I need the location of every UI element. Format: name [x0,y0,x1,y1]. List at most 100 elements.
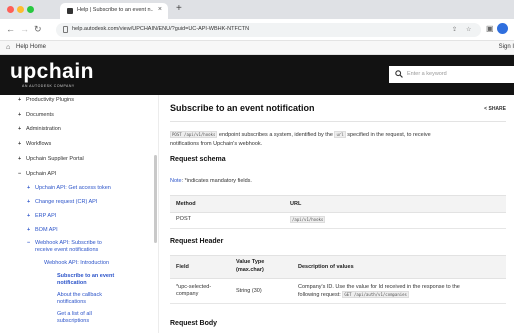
share-icon: < [484,106,488,112]
sidebar-item-erp-api[interactable]: + ERP API [27,213,56,219]
expand-icon[interactable]: + [18,126,26,132]
sidebar-item-label: Upchain API: Get access token [35,185,111,191]
sidebar-item-subscribe-event[interactable]: Subscribe to an event notification [57,273,114,287]
search-input[interactable]: Enter a keyword [407,71,447,77]
profile-avatar[interactable] [497,23,508,34]
search-box[interactable]: Enter a keyword [389,66,514,83]
search-icon [395,70,403,78]
sidebar-item-label: Workflows [26,141,52,147]
lock-icon [63,26,68,33]
minimize-window-button[interactable] [17,6,24,13]
field-name: company [176,291,199,297]
sidebar-item-label: Documents [26,112,54,118]
new-tab-button[interactable]: + [176,3,182,14]
title-divider [170,121,506,122]
sidebar-item-label: notification [57,280,87,286]
bookmark-star-icon[interactable]: ☆ [466,26,471,33]
back-icon[interactable]: ← [6,24,15,34]
extensions-icon[interactable]: ▣ [486,24,494,33]
intro-text: endpoint subscribes a system, identified… [218,132,333,138]
url-code: url [334,131,346,138]
close-window-button[interactable] [7,6,14,13]
expand-icon[interactable]: + [27,199,35,205]
browser-tab[interactable]: Help | Subscribe to an event n... × [60,3,168,19]
sidebar-item-label: Change request (CR) API [35,199,98,205]
sidebar-item-label: Get a list of all [57,311,92,317]
expand-icon[interactable]: + [18,156,26,162]
sidebar-item-label: subscriptions [57,318,90,324]
header-table-header: Field Value Type (max.char) Description … [170,255,506,279]
expand-icon[interactable]: + [27,227,35,233]
sidebar-scrollbar[interactable] [154,155,157,243]
table-row-divider [170,303,506,304]
browser-tab-bar: Help | Subscribe to an event n... × + [0,0,514,19]
intro-text: specified in the request, to receive [347,132,431,138]
sidebar-item-label: BOM API [35,227,58,233]
help-home-link[interactable]: Help Home [16,44,46,50]
request-schema-heading: Request schema [170,156,226,163]
sidebar-item-productivity-plugins[interactable]: + Productivity Plugins [18,97,74,103]
sign-in-link[interactable]: Sign I [499,44,514,50]
description-text: following request: [298,292,341,298]
sidebar-item-callback-notifications[interactable]: About the callback notifications [57,292,102,306]
sidebar-item-workflows[interactable]: + Workflows [18,141,51,147]
mandatory-note: Note: *indicates mandatory fields. [170,178,252,184]
article-content: Subscribe to an event notification < SHA… [170,95,514,333]
sidebar-item-bom-api[interactable]: + BOM API [27,227,58,233]
sidebar-item-webhook-introduction[interactable]: Webhook API: Introduction [44,260,109,266]
sidebar-item-upchain-api[interactable]: − Upchain API [18,171,56,177]
address-bar[interactable]: help.autodesk.com/view/UPCHAIN/ENU/?guid… [56,23,481,37]
sidebar-item-change-request-api[interactable]: + Change request (CR) API [27,199,97,205]
field-name: *upc-selected- [176,284,212,290]
logo-subtitle: AN AUTODESK COMPANY [22,84,75,88]
upchain-logo[interactable]: upchain [10,60,94,84]
browser-toolbar: ← → ↻ help.autodesk.com/view/UPCHAIN/ENU… [0,19,514,41]
request-header-heading: Request Header [170,238,224,245]
url-text: help.autodesk.com/view/UPCHAIN/ENU/?guid… [72,26,250,32]
field-cell: *upc-selected- company [176,284,211,298]
sidebar-item-label: Productivity Plugins [26,97,74,103]
sidebar-item-webhook-api[interactable]: − Webhook API: Subscribe to receive event … [27,240,102,254]
collapse-icon[interactable]: − [27,240,35,247]
share-page-icon[interactable]: ⇪ [452,26,457,33]
expand-icon[interactable]: + [18,112,26,118]
forward-icon[interactable]: → [20,24,29,34]
request-body-heading: Request Body [170,320,218,327]
sidebar-item-administration[interactable]: + Administration [18,126,61,132]
page-title: Subscribe to an event notification [170,103,315,113]
toc-sidebar: + Productivity Plugins + Documents + Admini… [0,95,160,333]
companies-endpoint-code: GET /api/auth/v1/companies [342,291,409,298]
column-header-method: Method [176,201,196,207]
sidebar-divider [158,95,159,333]
column-header-value-type: Value Type [236,259,265,265]
expand-icon[interactable]: + [18,141,26,147]
url-cell-code: /api/v1/hooks [290,216,326,223]
tab-close-icon[interactable]: × [158,6,162,13]
url-cell: /api/v1/hooks [290,216,326,224]
sidebar-item-label: Upchain API [26,171,57,177]
help-strip: ⌂ Help Home Sign I [0,41,514,55]
column-header-max-char: (max.char) [236,267,264,273]
reload-icon[interactable]: ↻ [34,24,42,35]
collapse-icon[interactable]: − [18,171,26,177]
sidebar-item-label: Webhook API: Subscribe to [35,240,102,246]
description-cell: Company's ID. Use the value for Id recei… [298,284,504,299]
endpoint-code: POST /api/v1/hooks [170,131,218,138]
sidebar-item-label: Subscribe to an event [57,273,115,279]
sidebar-item-list-subscriptions[interactable]: Get a list of all subscriptions [57,311,92,325]
sidebar-item-documents[interactable]: + Documents [18,112,54,118]
sidebar-item-label: ERP API [35,213,57,219]
expand-icon[interactable]: + [18,97,26,103]
note-label: Note [170,178,182,184]
sidebar-item-label: Webhook API: Introduction [44,260,110,266]
sidebar-item-get-access-token[interactable]: + Upchain API: Get access token [27,185,111,191]
share-button[interactable]: < SHARE [484,106,506,112]
tab-title: Help | Subscribe to an event n... [77,7,153,13]
intro-paragraph: POST /api/v1/hooks endpoint subscribes a… [170,130,506,149]
home-icon[interactable]: ⌂ [6,44,10,51]
expand-icon[interactable]: + [27,213,35,219]
autodesk-favicon-icon [67,8,73,14]
expand-icon[interactable]: + [27,185,35,191]
sidebar-item-supplier-portal[interactable]: + Upchain Supplier Portal [18,156,84,162]
maximize-window-button[interactable] [27,6,34,13]
